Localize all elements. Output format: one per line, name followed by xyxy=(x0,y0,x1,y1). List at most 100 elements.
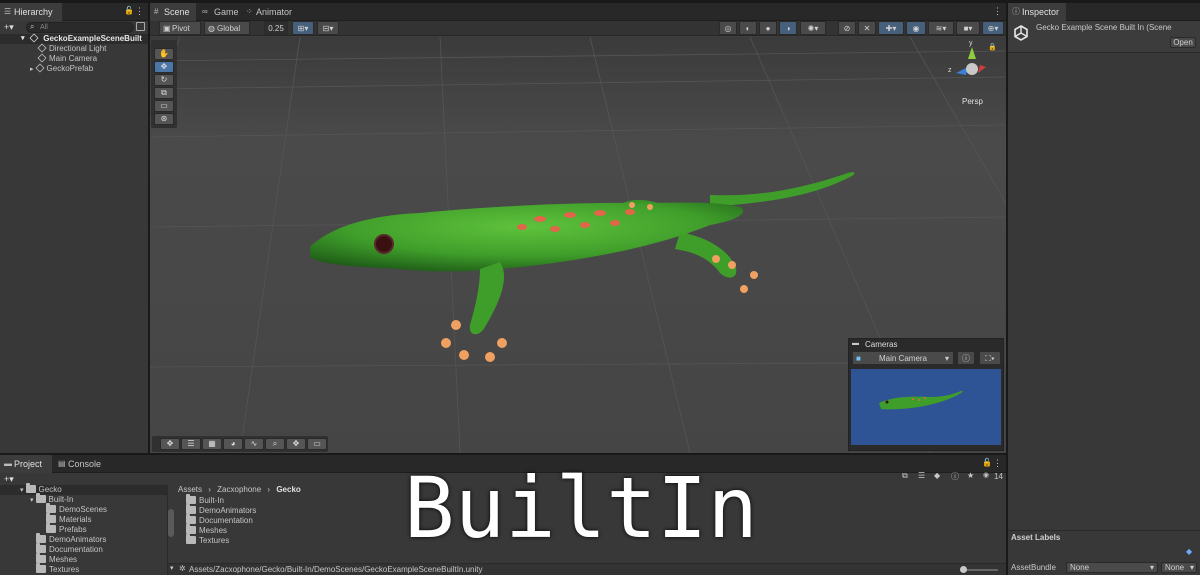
persp-label[interactable]: Persp xyxy=(962,97,983,106)
pivot-dropdown[interactable]: ▣ Pivot xyxy=(159,21,201,35)
tree-item-prefabs[interactable]: Prefabs xyxy=(46,523,87,535)
breadcrumb-item-current[interactable]: Gecko xyxy=(276,485,300,494)
hierarchy-item[interactable]: ▸ GeckoPrefab xyxy=(30,63,93,74)
scene-viewport[interactable]: y z 🔒 Persp ✋ ✥ ↻ ⧉ ▭ ⊛ ✥ ☰ ▦ ◕ ∿ ⌕ ✥ ▭ … xyxy=(150,37,1006,453)
asset-variant-dropdown[interactable]: None ▾ xyxy=(1161,562,1197,573)
camera-info-button[interactable]: ⓘ xyxy=(957,351,975,365)
tag-icon[interactable]: ◆ xyxy=(934,471,940,480)
move-tool-button[interactable]: ✥ xyxy=(154,61,174,73)
tree-item-demoscenes[interactable]: DemoScenes xyxy=(46,503,107,515)
snap-value-field[interactable]: 0.25 xyxy=(264,21,288,35)
tree-item-gecko[interactable]: ▾ Gecko xyxy=(0,483,168,495)
expand-arrow-icon[interactable]: ▾ xyxy=(21,34,25,44)
increment-snap-button[interactable]: ⊟▾ xyxy=(317,21,339,35)
tab-hierarchy[interactable]: ☰ Hierarchy xyxy=(0,3,62,21)
bottom-tool-button[interactable]: ▦ xyxy=(202,438,222,450)
hierarchy-search-field[interactable]: ⌕ All xyxy=(26,22,134,33)
tree-item-textures[interactable]: Textures xyxy=(36,563,79,575)
list-item[interactable]: DemoAnimators xyxy=(186,504,256,516)
tab-inspector[interactable]: ⓘ Inspector xyxy=(1008,3,1066,21)
expand-arrow-icon[interactable]: ▾ xyxy=(20,487,24,494)
icon-size-slider-thumb[interactable] xyxy=(960,566,967,573)
gizmos-button[interactable]: ⊕▾ xyxy=(982,21,1004,35)
eye-icon[interactable]: ◉ xyxy=(983,471,989,479)
camera-select-label: Main Camera xyxy=(878,354,927,363)
expand-arrow-icon[interactable]: ▾ xyxy=(30,497,34,504)
tree-item-documentation[interactable]: Documentation xyxy=(36,543,103,555)
tab-console[interactable]: ▤ Console xyxy=(54,455,106,473)
folder-icon xyxy=(46,523,56,533)
tree-item-demoanimators[interactable]: DemoAnimators xyxy=(36,533,106,545)
lock-icon[interactable]: 🔒 xyxy=(988,43,997,51)
bottom-tool-button[interactable]: ✥ xyxy=(286,438,306,450)
tab-game[interactable]: ∞ Game xyxy=(198,3,240,21)
shading-shaded-button[interactable]: ● xyxy=(759,21,777,35)
chevron-down-icon[interactable]: ▾ xyxy=(170,564,174,572)
tree-item-meshes[interactable]: Meshes xyxy=(36,553,77,565)
hidden-count-badge: 14 xyxy=(994,472,1003,481)
tab-animator[interactable]: ⁘ Animator xyxy=(242,3,298,21)
breadcrumb-item[interactable]: Assets xyxy=(178,485,202,494)
camera-settings-button[interactable]: ■▾ xyxy=(956,21,980,35)
bottom-tool-button[interactable]: ◕ xyxy=(223,438,243,450)
icon-size-slider[interactable] xyxy=(960,566,998,573)
chevron-down-icon: ▾ xyxy=(1149,563,1154,572)
warning-icon[interactable]: ⓘ xyxy=(951,471,959,482)
shading-wireframe-button[interactable]: ◎ xyxy=(719,21,737,35)
bottom-tool-button[interactable]: ▭ xyxy=(307,438,327,450)
project-tree-scrollbar[interactable] xyxy=(168,509,174,537)
global-dropdown[interactable]: ◍ Global xyxy=(204,21,250,35)
bottom-tool-button[interactable]: ☰ xyxy=(181,438,201,450)
camera-fit-button[interactable]: ⛶▾ xyxy=(979,351,1001,365)
unity-scene-icon: ✲ xyxy=(179,564,186,573)
open-button[interactable]: Open xyxy=(1170,37,1196,48)
list-item[interactable]: Documentation xyxy=(186,514,253,526)
list-item[interactable]: Meshes xyxy=(186,524,227,536)
camera-select-dropdown[interactable]: ■ Main Camera ▾ xyxy=(852,351,954,365)
list-item[interactable]: Textures xyxy=(186,534,229,546)
grid-snap-button[interactable]: ⊞▾ xyxy=(292,21,314,35)
unity-logo-icon xyxy=(1013,25,1029,41)
debug-mode-button[interactable]: ✺▾ xyxy=(800,21,826,35)
filter-icon[interactable]: ⧉ xyxy=(902,471,908,481)
drag-handle-icon[interactable]: ▬ xyxy=(852,340,859,347)
kebab-menu-icon[interactable]: ⋮ xyxy=(993,6,1002,17)
list-icon[interactable]: ☰ xyxy=(918,471,925,480)
asset-bundle-dropdown[interactable]: None ▾ xyxy=(1066,562,1158,573)
lock-icon[interactable]: 🔓 xyxy=(982,458,992,467)
hand-tool-button[interactable]: ✋ xyxy=(154,48,174,60)
kebab-menu-icon[interactable]: ⋮ xyxy=(135,6,144,17)
tab-scene[interactable]: # Scene xyxy=(150,3,196,21)
shading-unlit-button[interactable]: ◑ xyxy=(779,21,797,35)
tag-icon[interactable]: ◆ xyxy=(1186,547,1192,556)
2d-toggle-button[interactable]: ⊘ xyxy=(838,21,856,35)
tree-item-materials[interactable]: Materials xyxy=(46,513,91,525)
audio-effects-button[interactable]: ✚▾ xyxy=(878,21,904,35)
visibility-button[interactable]: ◉ xyxy=(906,21,926,35)
transform-tool-button[interactable]: ⊛ xyxy=(154,113,174,125)
project-add-button[interactable]: +▾ xyxy=(4,474,14,485)
star-icon[interactable]: ★ xyxy=(967,471,974,480)
hierarchy-item[interactable]: Main Camera xyxy=(37,53,97,64)
effects-button[interactable]: ≋▾ xyxy=(928,21,954,35)
bottom-tool-button[interactable]: ⌕ xyxy=(265,438,285,450)
hierarchy-scene-root[interactable]: ▾ GeckoExampleSceneBuilt xyxy=(0,33,148,44)
tab-project[interactable]: ▬ Project xyxy=(0,455,52,473)
lighting-toggle-button[interactable]: ✕ xyxy=(858,21,876,35)
shading-shaded-wire-button[interactable]: ◐ xyxy=(739,21,757,35)
bottom-tool-button[interactable]: ✥ xyxy=(160,438,180,450)
expand-arrow-icon[interactable]: ▸ xyxy=(30,66,34,73)
tree-item-built-in[interactable]: ▾ Built-In xyxy=(30,493,73,505)
layers-icon: ✚▾ xyxy=(885,24,897,33)
scale-tool-button[interactable]: ⧉ xyxy=(154,87,174,99)
lock-icon[interactable]: 🔓 xyxy=(124,6,134,15)
list-item[interactable]: Built-In xyxy=(186,494,224,506)
search-options-icon[interactable] xyxy=(136,22,145,31)
breadcrumb-item[interactable]: Zacxophone xyxy=(217,485,261,494)
hierarchy-add-button[interactable]: +▾ xyxy=(4,22,14,33)
kebab-menu-icon[interactable]: ⋮ xyxy=(993,458,1002,469)
bottom-tool-button[interactable]: ∿ xyxy=(244,438,264,450)
hierarchy-item[interactable]: Directional Light xyxy=(37,43,106,54)
rect-tool-button[interactable]: ▭ xyxy=(154,100,174,112)
rotate-tool-button[interactable]: ↻ xyxy=(154,74,174,86)
